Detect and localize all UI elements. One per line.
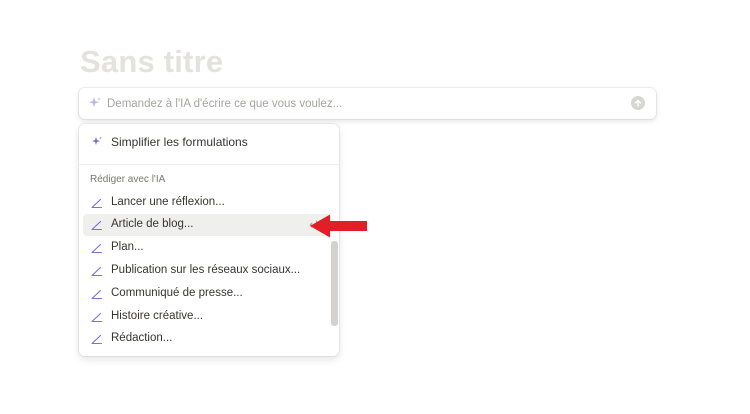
ai-prompt-bar[interactable] [79, 88, 656, 119]
menu-item-label: Plan... [111, 241, 144, 253]
sparkle-icon [89, 97, 101, 108]
menu-item-social-post[interactable]: Publication sur les réseaux sociaux... [83, 260, 331, 282]
ai-suggestions-menu: Simplifier les formulations Rédiger avec… [79, 124, 339, 356]
menu-item-creative-story[interactable]: Histoire créative... [83, 306, 331, 328]
pen-icon [91, 220, 103, 231]
menu-item-label: Communiqué de presse... [111, 287, 243, 299]
pen-icon [91, 289, 103, 300]
pen-icon [91, 198, 103, 209]
menu-item-label: Histoire créative... [111, 310, 204, 322]
menu-item-label: Article de blog... [111, 218, 194, 230]
page-title[interactable]: Sans titre [80, 44, 223, 80]
menu-item-press-release[interactable]: Communiqué de presse... [83, 283, 331, 305]
menu-divider [79, 164, 339, 165]
pen-icon [91, 243, 103, 254]
pen-icon [91, 312, 103, 323]
red-arrow-annotation [310, 214, 367, 238]
menu-item-outline[interactable]: Plan... [83, 237, 331, 259]
section-header-write-with-ai: Rédiger avec l'IA [90, 174, 166, 185]
ai-prompt-input[interactable] [107, 88, 647, 119]
arrow-up-icon [634, 99, 642, 107]
menu-item-simplify[interactable]: Simplifier les formulations [79, 124, 339, 160]
menu-item-blog-post[interactable]: Article de blog... [83, 214, 331, 236]
menu-item-label: Lancer une réflexion... [111, 196, 225, 208]
menu-item-brainstorm[interactable]: Lancer une réflexion... [83, 192, 331, 214]
menu-item-label: Simplifier les formulations [111, 135, 248, 149]
menu-item-label: Rédaction... [111, 332, 173, 344]
menu-scrollbar[interactable] [331, 241, 338, 326]
send-button[interactable] [631, 96, 645, 110]
menu-item-label: Publication sur les réseaux sociaux... [111, 264, 301, 276]
menu-item-essay[interactable]: Rédaction... [83, 328, 331, 350]
sparkle-icon [92, 136, 102, 145]
pen-icon [91, 334, 103, 345]
pen-icon [91, 266, 103, 277]
